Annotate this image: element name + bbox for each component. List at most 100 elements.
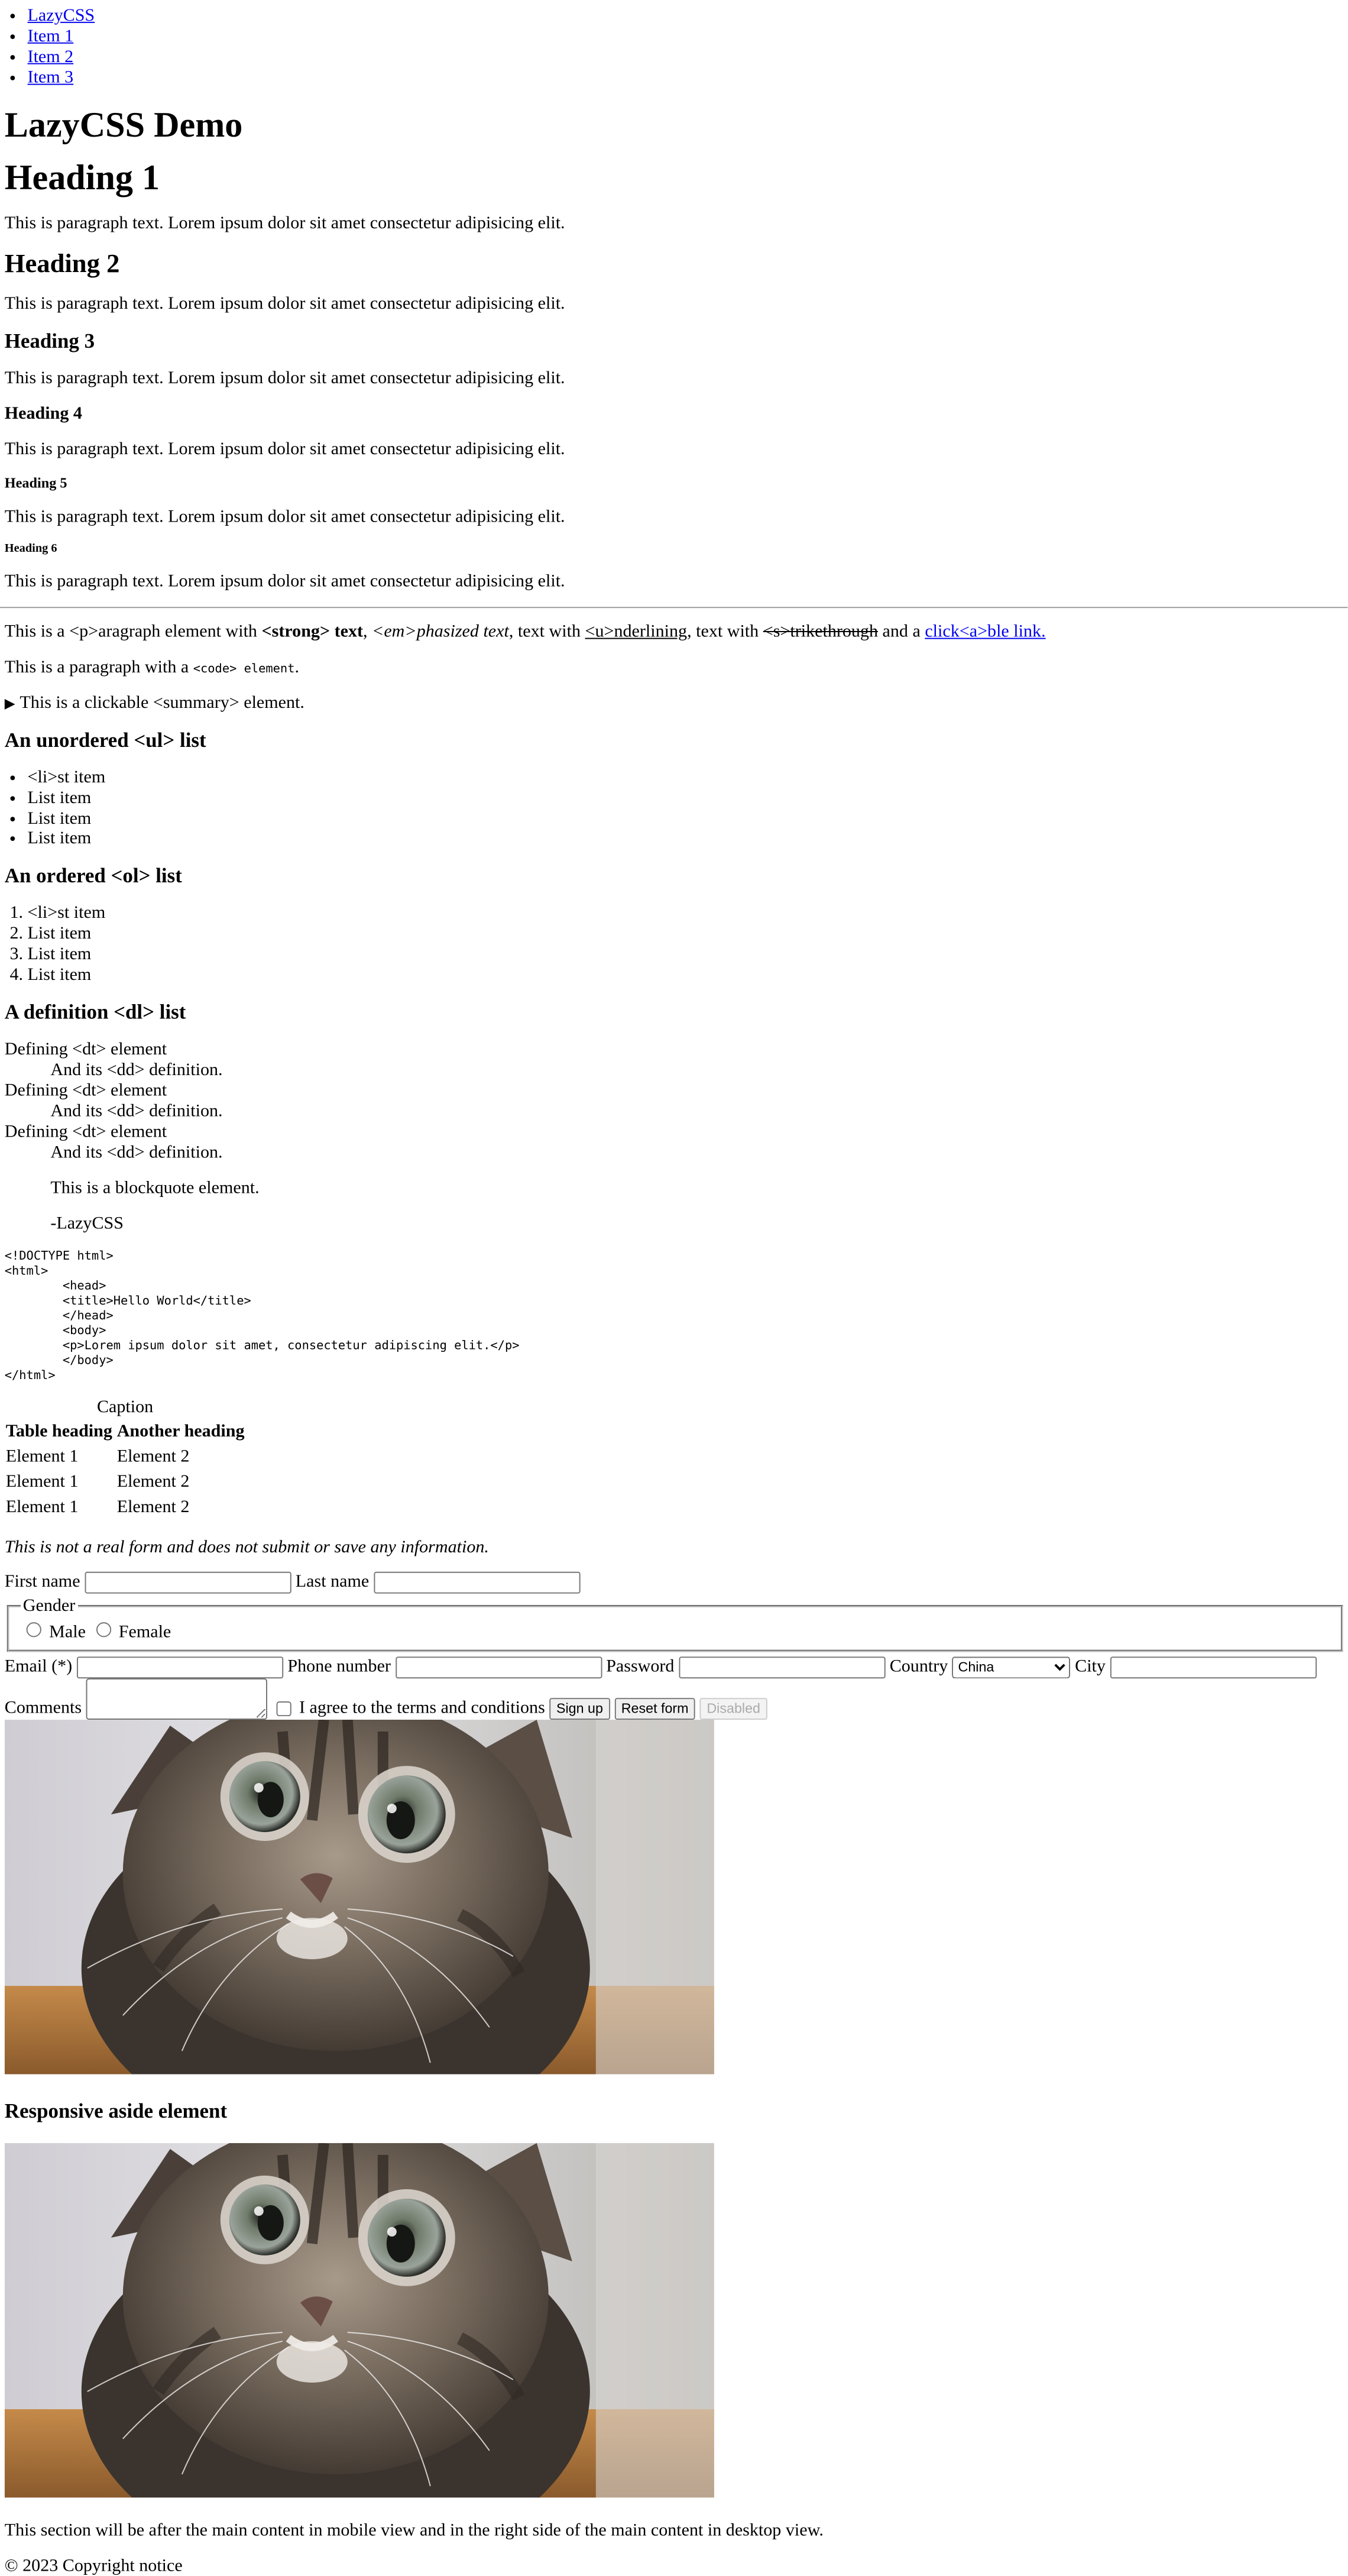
aside: Responsive aside element This section wi… bbox=[4, 2099, 1343, 2541]
last-name-input[interactable] bbox=[373, 1571, 580, 1594]
aside-kitten-photo-illustration bbox=[4, 2143, 714, 2497]
definition-list: Defining <dt> element And its <dd> defin… bbox=[5, 1040, 1343, 1163]
phone-label: Phone number bbox=[287, 1656, 391, 1676]
table-header-row: Table heading Another heading bbox=[5, 1420, 246, 1444]
male-radio[interactable] bbox=[26, 1622, 41, 1637]
demo-form: This is not a real form and does not sub… bbox=[4, 1537, 1343, 1720]
nav-link-item-3[interactable]: Item 3 bbox=[28, 67, 74, 87]
nav-link-item-1[interactable]: Item 1 bbox=[28, 27, 74, 46]
inline-link[interactable]: click<a>ble link. bbox=[925, 622, 1045, 641]
details-summary[interactable]: ▶ This is a clickable <summary> element. bbox=[5, 692, 1343, 713]
terms-checkbox[interactable] bbox=[276, 1701, 291, 1716]
kitten-photo-illustration bbox=[4, 1719, 714, 2074]
table-header-cell: Another heading bbox=[116, 1421, 245, 1441]
sign-up-button[interactable]: Sign up bbox=[549, 1697, 610, 1720]
inline-code: <code> element bbox=[193, 661, 295, 676]
code-para-suffix: . bbox=[294, 657, 300, 677]
female-radio[interactable] bbox=[96, 1622, 111, 1637]
table-cell: Element 2 bbox=[116, 1471, 190, 1491]
aside-heading: Responsive aside element bbox=[4, 2099, 228, 2122]
reset-form-button[interactable]: Reset form bbox=[614, 1697, 696, 1720]
heading-1: Heading 1 bbox=[4, 157, 160, 198]
inline-elements-paragraph: This is a <p>aragraph element with <stro… bbox=[5, 622, 1343, 642]
table-cell: Element 2 bbox=[116, 1497, 190, 1517]
heading-6: Heading 6 bbox=[4, 542, 57, 555]
paragraph-4: This is paragraph text. Lorem ipsum dolo… bbox=[4, 439, 565, 459]
list-item: <li>st item bbox=[28, 767, 1343, 788]
code-para-prefix: This is a paragraph with a bbox=[4, 657, 193, 677]
definition-term: Defining <dt> element bbox=[4, 1080, 167, 1101]
page-title: LazyCSS Demo bbox=[4, 104, 243, 145]
list-item: List item bbox=[28, 829, 1343, 850]
email-field[interactable] bbox=[76, 1656, 283, 1678]
password-label: Password bbox=[606, 1656, 675, 1676]
heading-2: Heading 2 bbox=[4, 248, 120, 277]
list-item: List item bbox=[28, 965, 1343, 986]
paragraph-2: This is paragraph text. Lorem ipsum dolo… bbox=[4, 294, 565, 314]
kitten-image bbox=[4, 1719, 715, 2074]
inline-sep-1: , bbox=[363, 622, 372, 642]
password-field[interactable] bbox=[678, 1656, 886, 1678]
disabled-button: Disabled bbox=[699, 1697, 767, 1720]
strong-text: <strong> text bbox=[261, 622, 364, 642]
nav-item-1: Item 1 bbox=[28, 27, 1343, 47]
inline-sep-4: and a bbox=[878, 622, 925, 642]
inline-prefix: This is a <p>aragraph element with bbox=[4, 622, 262, 642]
table-caption: Caption bbox=[96, 1397, 154, 1417]
country-select[interactable]: China bbox=[952, 1656, 1071, 1678]
divider bbox=[0, 606, 1348, 608]
table-cell: Element 1 bbox=[5, 1471, 79, 1491]
definition-term: Defining <dt> element bbox=[4, 1122, 167, 1142]
inline-sep-3: , text with bbox=[687, 622, 763, 642]
definition-description: And its <dd> definition. bbox=[50, 1143, 223, 1163]
nav-item-2: Item 2 bbox=[28, 47, 1343, 67]
aside-kitten-image bbox=[4, 2143, 715, 2497]
strikethrough-text: <s>trikethrough bbox=[763, 622, 879, 642]
comments-label: Comments bbox=[4, 1697, 82, 1717]
unordered-list: <li>st item List item List item List ite… bbox=[5, 767, 1343, 849]
country-label: Country bbox=[889, 1656, 948, 1676]
heading-5: Heading 5 bbox=[4, 475, 67, 491]
female-label: Female bbox=[118, 1622, 171, 1642]
nav-list: LazyCSS Item 1 Item 2 Item 3 bbox=[5, 0, 1343, 88]
footer: © 2023 Copyright notice bbox=[5, 2555, 1343, 2576]
phone-field[interactable] bbox=[395, 1656, 602, 1678]
gender-fieldset: Gender Male Female bbox=[7, 1596, 1343, 1652]
table-cell: Element 1 bbox=[5, 1497, 79, 1517]
list-item: List item bbox=[28, 808, 1343, 829]
heading-4: Heading 4 bbox=[4, 404, 82, 424]
table-cell: Element 2 bbox=[116, 1446, 190, 1467]
main-content: LazyCSS Demo Heading 1 This is paragraph… bbox=[0, 104, 1348, 2074]
nav-link-item-2[interactable]: Item 2 bbox=[28, 47, 74, 66]
code-block: <!DOCTYPE html> <html> <head> <title>Hel… bbox=[4, 1249, 520, 1383]
table-row: Element 1 Element 2 bbox=[5, 1445, 246, 1468]
page: LazyCSS Item 1 Item 2 Item 3 LazyCSS Dem… bbox=[0, 0, 1348, 2576]
form-note: This is not a real form and does not sub… bbox=[4, 1537, 489, 1557]
ul-heading: An unordered <ul> list bbox=[4, 728, 206, 752]
summary-label: This is a clickable <summary> element. bbox=[20, 692, 304, 713]
copyright-notice: © 2023 Copyright notice bbox=[4, 2555, 183, 2575]
details-row: Email (*) Phone number Password Country … bbox=[5, 1656, 1343, 1720]
nav-item-3: Item 3 bbox=[28, 67, 1343, 88]
data-table: Caption Table heading Another heading El… bbox=[2, 1397, 248, 1521]
terms-label: I agree to the terms and conditions bbox=[299, 1697, 545, 1717]
blockquote: This is a blockquote element. -LazyCSS bbox=[50, 1178, 1343, 1234]
table-row: Element 1 Element 2 bbox=[5, 1496, 246, 1519]
paragraph-6: This is paragraph text. Lorem ipsum dolo… bbox=[4, 571, 565, 591]
city-field[interactable] bbox=[1110, 1656, 1317, 1678]
city-label: City bbox=[1075, 1656, 1106, 1676]
list-item: List item bbox=[28, 924, 1343, 944]
emphasized-text: <em>phasized text bbox=[372, 622, 509, 642]
paragraph-1: This is paragraph text. Lorem ipsum dolo… bbox=[4, 213, 565, 233]
blockquote-text: This is a blockquote element. bbox=[50, 1178, 260, 1198]
definition-description: And its <dd> definition. bbox=[50, 1060, 223, 1080]
paragraph-5: This is paragraph text. Lorem ipsum dolo… bbox=[4, 506, 565, 526]
table-cell: Element 1 bbox=[5, 1446, 79, 1467]
underlined-text: <u>nderlining bbox=[585, 622, 688, 642]
male-label: Male bbox=[49, 1622, 86, 1642]
nav-link-lazycss[interactable]: LazyCSS bbox=[28, 6, 95, 25]
gender-legend: Gender bbox=[22, 1596, 76, 1616]
inline-sep-2: , text with bbox=[508, 622, 585, 642]
comments-textarea[interactable] bbox=[86, 1678, 268, 1720]
first-name-input[interactable] bbox=[85, 1571, 291, 1594]
